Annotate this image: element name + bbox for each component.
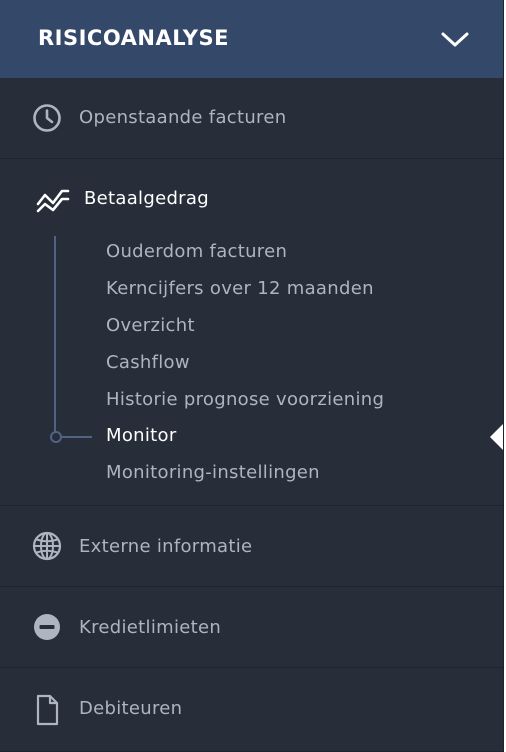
sidebar: RISICOANALYSE Openstaande facturen Betaa…	[0, 0, 504, 752]
document-icon	[36, 694, 59, 726]
nav-label-credit-limits: Kredietlimieten	[79, 617, 222, 638]
nav-label-open-invoices: Openstaande facturen	[79, 107, 287, 128]
chevron-down-icon[interactable]	[440, 28, 470, 50]
submenu-item-monitoring-settings[interactable]: Monitoring-instellingen	[106, 461, 320, 485]
nav-section-payment-behaviour	[0, 159, 503, 506]
nav-label-external-info: Externe informatie	[79, 536, 253, 557]
nav-item-open-invoices[interactable]: Openstaande facturen	[0, 78, 503, 159]
active-item-indicator	[490, 424, 503, 450]
submenu-item-forecast-history[interactable]: Historie prognose voorziening	[106, 388, 384, 412]
tree-node	[50, 431, 62, 443]
submenu-item-overview[interactable]: Overzicht	[106, 314, 195, 338]
sidebar-header[interactable]: RISICOANALYSE	[0, 0, 503, 78]
nav-item-external-info[interactable]: Externe informatie	[0, 506, 503, 587]
submenu-item-cashflow[interactable]: Cashflow	[106, 351, 190, 375]
nav-label-debtors: Debiteuren	[79, 698, 183, 719]
header-title: RISICOANALYSE	[38, 26, 229, 50]
globe-icon	[32, 531, 62, 561]
tree-line	[54, 236, 56, 438]
clock-icon	[33, 104, 61, 132]
trend-chart-icon[interactable]	[36, 186, 70, 214]
nav-label-payment-behaviour[interactable]: Betaalgedrag	[84, 187, 209, 211]
nav-item-debtors[interactable]: Debiteuren	[0, 668, 503, 752]
submenu-item-key-figures[interactable]: Kerncijfers over 12 maanden	[106, 277, 374, 301]
minus-circle-icon	[34, 614, 60, 640]
submenu-item-aging[interactable]: Ouderdom facturen	[106, 240, 287, 264]
nav-item-credit-limits[interactable]: Kredietlimieten	[0, 587, 503, 668]
submenu-item-monitor[interactable]: Monitor	[106, 424, 177, 448]
